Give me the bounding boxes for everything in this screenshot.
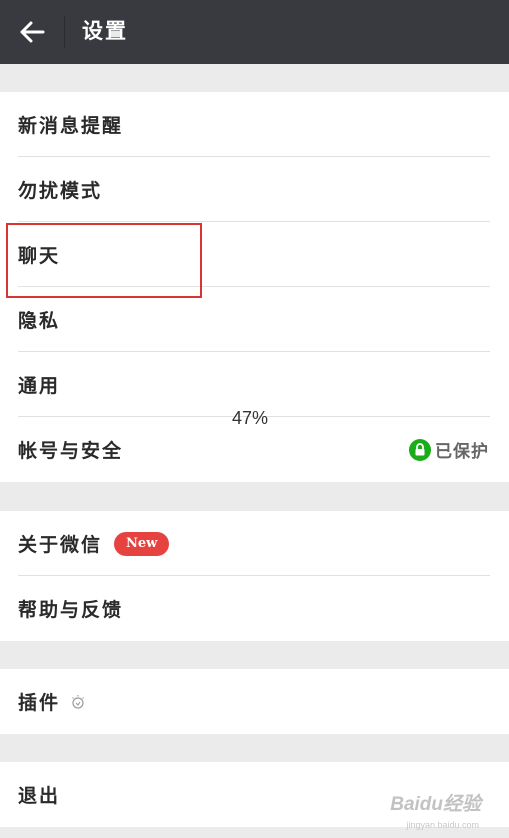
settings-item-about-wechat[interactable]: 关于微信 New: [0, 511, 509, 576]
plugin-bulb-icon: [70, 694, 86, 710]
settings-item-label: 通用: [18, 375, 61, 397]
page-title: 设置: [82, 19, 128, 43]
new-badge: New: [114, 531, 170, 556]
settings-item-new-message-alert[interactable]: 新消息提醒: [0, 92, 509, 157]
settings-item-label: 隐私: [18, 310, 61, 332]
settings-item-do-not-disturb[interactable]: 勿扰模式: [0, 157, 509, 222]
settings-group-about: 关于微信 New 帮助与反馈: [0, 511, 509, 641]
settings-item-privacy[interactable]: 隐私: [0, 287, 509, 352]
settings-group-plugins: 插件: [0, 669, 509, 734]
top-bar: 设置: [0, 0, 509, 64]
settings-item-label: 插件: [18, 692, 61, 714]
security-status: 已保护: [409, 417, 489, 482]
back-button[interactable]: [12, 14, 52, 50]
progress-percent: 47%: [232, 408, 269, 428]
header-divider: [64, 16, 65, 48]
settings-item-chat[interactable]: 聊天: [0, 222, 509, 287]
settings-item-label: 帮助与反馈: [18, 599, 124, 621]
settings-item-label: 退出: [18, 785, 61, 807]
lock-icon: [409, 438, 431, 461]
watermark-logo: Baidu经验: [390, 794, 481, 815]
settings-item-plugins[interactable]: 插件: [0, 669, 509, 734]
settings-item-help-feedback[interactable]: 帮助与反馈: [0, 576, 509, 641]
watermark-url: jingyan.baidu.com: [406, 820, 479, 830]
security-status-text: 已保护: [435, 442, 489, 462]
arrow-left-icon: [20, 21, 45, 43]
settings-item-label: 勿扰模式: [18, 180, 103, 202]
settings-item-label: 帐号与安全: [18, 440, 124, 462]
settings-item-label: 聊天: [18, 245, 61, 267]
settings-item-label: 新消息提醒: [18, 115, 124, 137]
settings-item-label: 关于微信: [18, 534, 103, 556]
